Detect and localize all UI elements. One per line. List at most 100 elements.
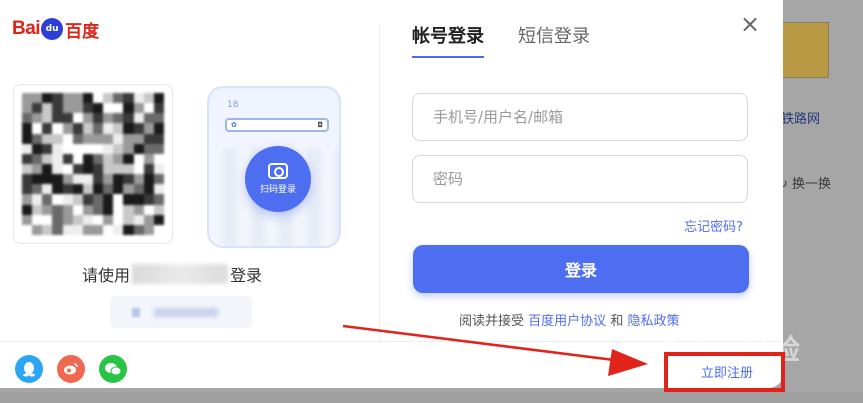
qr-cell [153, 143, 164, 154]
qr-cell [32, 224, 43, 235]
qr-cell [143, 123, 154, 134]
qr-cell [42, 214, 53, 225]
qr-cell [62, 113, 73, 124]
qr-cell [133, 153, 144, 164]
qr-cell [133, 133, 144, 144]
qr-cell [22, 184, 33, 195]
qr-cell [103, 113, 114, 124]
qr-cell [133, 164, 144, 175]
qr-cell [93, 113, 104, 124]
qr-cell [123, 184, 134, 195]
qr-cell [72, 113, 83, 124]
qr-cell [113, 153, 124, 164]
qr-cell [123, 143, 134, 154]
agreement-and: 和 [610, 314, 624, 329]
qr-cell [133, 184, 144, 195]
user-agreement-link[interactable]: 百度用户协议 [528, 314, 606, 329]
qr-cell [93, 164, 104, 175]
scan-login-label: 扫码登录 [259, 185, 296, 195]
tab-account-login[interactable]: 帐号登录 [412, 22, 484, 58]
qr-cell [32, 153, 43, 164]
qr-cell [113, 184, 124, 195]
qr-cell [62, 224, 73, 235]
qr-cell [143, 113, 154, 124]
qr-cell [153, 174, 164, 185]
qr-cell [42, 164, 53, 175]
qr-cell [52, 174, 63, 185]
qr-cell [153, 214, 164, 225]
qr-cell [143, 133, 154, 144]
qr-cell [143, 224, 154, 235]
qr-cell [62, 214, 73, 225]
qr-cell [113, 123, 124, 134]
qr-cell [72, 204, 83, 215]
qr-cell [153, 204, 164, 215]
modal-divider [379, 24, 380, 342]
qr-cell [113, 174, 124, 185]
qr-cell [22, 103, 33, 114]
qr-cell [123, 174, 134, 185]
qr-cell [22, 133, 33, 144]
qr-cell [52, 194, 63, 205]
qr-cell [113, 224, 124, 235]
qr-cell [42, 174, 53, 185]
qr-cell [133, 174, 144, 185]
login-tabs: 帐号登录 短信登录 [412, 22, 590, 58]
qr-cell [22, 204, 33, 215]
qr-cell [103, 224, 114, 235]
qr-cell [123, 194, 134, 205]
qr-cell [82, 194, 93, 205]
qr-cell [113, 164, 124, 175]
qr-cell [93, 184, 104, 195]
qq-icon[interactable] [15, 355, 43, 383]
qr-cell [82, 204, 93, 215]
qr-cell [22, 93, 33, 104]
qr-cell [113, 214, 124, 225]
qr-cell [42, 103, 53, 114]
qr-cell [62, 164, 73, 175]
qr-hint-prefix: 请使用 [82, 266, 131, 285]
qr-cell [82, 103, 93, 114]
app-download-button[interactable] [110, 296, 252, 328]
paw-icon: du [41, 18, 64, 40]
qr-cell [103, 194, 114, 205]
qr-hint: 请使用 登录 [82, 262, 262, 286]
qr-cell [133, 204, 144, 215]
tab-sms-login[interactable]: 短信登录 [518, 22, 590, 58]
privacy-policy-link[interactable]: 隐私政策 [627, 314, 679, 329]
username-input[interactable] [412, 93, 748, 141]
weibo-icon[interactable] [57, 355, 85, 383]
qr-cell [143, 194, 154, 205]
qr-pattern [22, 93, 164, 235]
forgot-password-link[interactable]: 忘记密码? [684, 216, 743, 235]
login-button[interactable]: 登录 [413, 245, 749, 293]
qr-cell [22, 174, 33, 185]
qr-cell [133, 93, 144, 104]
qr-cell [72, 123, 83, 134]
wechat-icon[interactable] [99, 355, 127, 383]
qr-cell [93, 103, 104, 114]
qr-cell [32, 164, 43, 175]
qr-cell [32, 143, 43, 154]
qr-cell [62, 123, 73, 134]
qr-cell [82, 174, 93, 185]
close-icon[interactable]: × [738, 12, 762, 36]
password-input[interactable] [412, 155, 748, 203]
baidu-logo: Bai du 百度 [12, 14, 99, 44]
qr-cell [62, 93, 73, 104]
qr-cell [103, 133, 114, 144]
qr-cell [153, 113, 164, 124]
qr-cell [113, 194, 124, 205]
qr-cell [153, 93, 164, 104]
qr-cell [123, 214, 134, 225]
qr-code [13, 84, 173, 244]
qr-cell [62, 153, 73, 164]
qr-cell [133, 113, 144, 124]
phone-illustration: 18 ✿ ◘ 扫码登录 [207, 86, 341, 248]
qr-cell [143, 174, 154, 185]
qr-cell [32, 113, 43, 124]
qr-cell [72, 194, 83, 205]
qr-cell [72, 174, 83, 185]
qr-cell [52, 113, 63, 124]
background-refresh: ↻ 换一换 [777, 173, 831, 192]
